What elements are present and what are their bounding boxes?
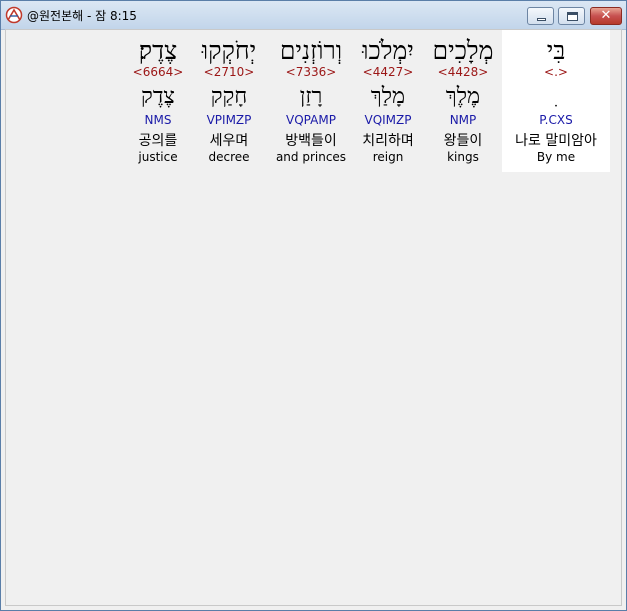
parsing-code: VQIMZP [364, 113, 412, 127]
word-column[interactable]: וְרוֹזְנִים <7336> רָזַן VQPAMP 방백들이 and prin… [271, 30, 351, 172]
korean-gloss: 왕들이 [443, 133, 483, 149]
strong-number: <7336> [285, 65, 337, 79]
strong-number: <6664> [132, 65, 184, 79]
hebrew-word: צֶדֶק׃ [138, 36, 178, 65]
hebrew-root: ִ [502, 82, 610, 112]
korean-gloss: 나로 말미암아 [515, 133, 597, 149]
parsing-code: P.CXS [539, 113, 573, 127]
hebrew-root: מָלַךְ [370, 84, 406, 109]
korean-gloss: 방백들이 [285, 133, 337, 149]
english-gloss: By me [536, 150, 576, 164]
minimize-button[interactable] [527, 7, 554, 25]
parsing-code: NMS [144, 113, 172, 127]
maximize-button[interactable] [558, 7, 585, 25]
hebrew-word: בִּי [546, 36, 566, 65]
parsing-code: VPIMZP [206, 113, 252, 127]
strong-number: <2710> [203, 65, 255, 79]
english-gloss: reign [372, 150, 404, 164]
hebrew-word: יִמְלֹכוּ [362, 36, 414, 65]
interlinear-panel: בִּי<.>ִP.CXS나로 말미암아By meמְלָכִים<4428>מ… [5, 29, 622, 606]
hebrew-root: צֶדֶק [141, 84, 175, 109]
hebrew-root: רָזַן [299, 84, 323, 109]
word-column[interactable]: יְחֹקְקוּ <2710> חָקַק VPIMZP 세우며 decree [194, 30, 264, 172]
close-icon: ✕ [600, 8, 612, 23]
word-column[interactable]: מְלָכִים <4428> מֶלֶךְ NMP 왕들이 kings [425, 30, 501, 172]
english-gloss: kings [447, 150, 479, 164]
english-gloss: and princes [275, 150, 347, 164]
parsing-code: NMP [449, 113, 477, 127]
hebrew-word: מְלָכִים [432, 36, 494, 65]
minimize-icon [537, 18, 546, 21]
app-window: @원전본해 - 잠 8:15 ✕ בִּי<.>ִP.CXS 나로 말미암아By … [0, 0, 627, 611]
strong-number: <4427> [362, 65, 414, 79]
korean-gloss: 치리하며 [362, 133, 414, 149]
english-gloss: decree [208, 150, 250, 164]
app-logo-icon [5, 6, 23, 24]
close-button[interactable]: ✕ [590, 7, 622, 25]
word-column[interactable]: יִמְלֹכוּ <4427> מָלַךְ VQIMZP 치리하며 reign [350, 30, 426, 172]
word-column[interactable]: בִּי<.>ִP.CXS 나로 말미암아By me [502, 30, 610, 172]
hebrew-root: מֶלֶךְ [445, 84, 481, 109]
korean-gloss: 공의를 [138, 133, 178, 149]
strong-number: <4428> [437, 65, 489, 79]
korean-gloss: 세우며 [209, 133, 249, 149]
hebrew-word: יְחֹקְקוּ [201, 36, 257, 65]
strong-number: <.> [544, 65, 568, 79]
parsing-code: VQPAMP [286, 113, 336, 127]
english-gloss: justice [138, 150, 178, 164]
word-column[interactable]: צֶדֶק׃ <6664> צֶדֶק NMS 공의를 justice [122, 30, 194, 172]
hebrew-root: חָקַק [210, 84, 248, 109]
window-title: @원전본해 - 잠 8:15 [27, 9, 137, 23]
title-bar[interactable]: @원전본해 - 잠 8:15 ✕ [1, 1, 626, 30]
hebrew-word: וְרוֹזְנִים [279, 36, 343, 65]
maximize-icon [567, 12, 578, 21]
